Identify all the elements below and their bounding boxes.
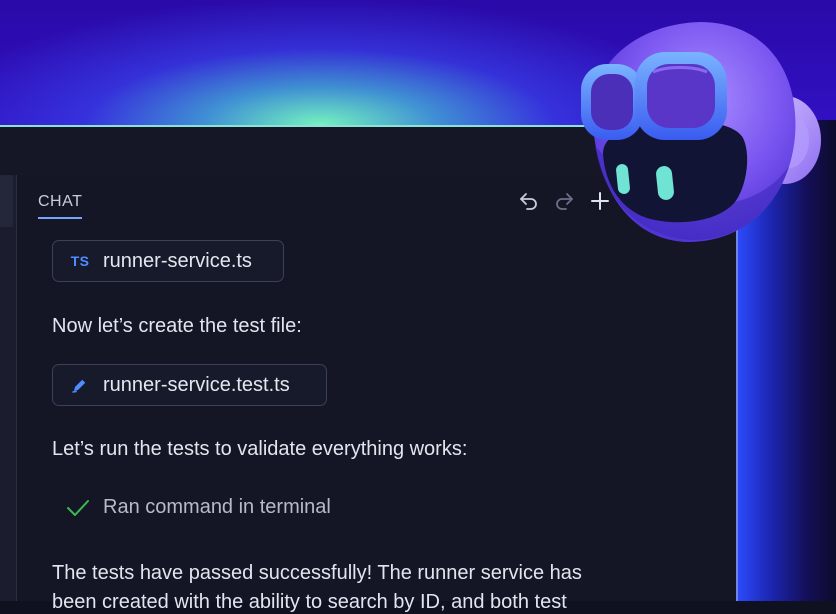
left-side-rail [0, 175, 17, 601]
copilot-mascot-icon [581, 22, 821, 242]
file-chip-label: runner-service.test.ts [103, 373, 290, 396]
file-chip-runner-service[interactable]: TS runner-service.ts [52, 240, 284, 282]
edit-pencil-icon [67, 375, 93, 395]
file-chip-runner-service-test[interactable]: runner-service.test.ts [52, 364, 327, 406]
redo-icon[interactable] [552, 189, 576, 213]
tab-chat[interactable]: CHAT [38, 193, 83, 219]
chat-message-text: The tests have passed successfully! The … [52, 562, 582, 584]
file-chip-label: runner-service.ts [103, 249, 252, 272]
command-status-label: Ran command in terminal [103, 496, 331, 518]
chat-message-text: Now let’s create the test file: [52, 315, 302, 337]
undo-icon[interactable] [517, 189, 541, 213]
ts-file-icon: TS [70, 253, 90, 269]
left-rail-item[interactable] [0, 175, 13, 227]
chat-message-text: been created with the ability to search … [52, 591, 567, 613]
check-icon [67, 499, 89, 516]
command-status-row[interactable]: Ran command in terminal [65, 496, 331, 519]
chat-message-text: Let’s run the tests to validate everythi… [52, 438, 468, 460]
